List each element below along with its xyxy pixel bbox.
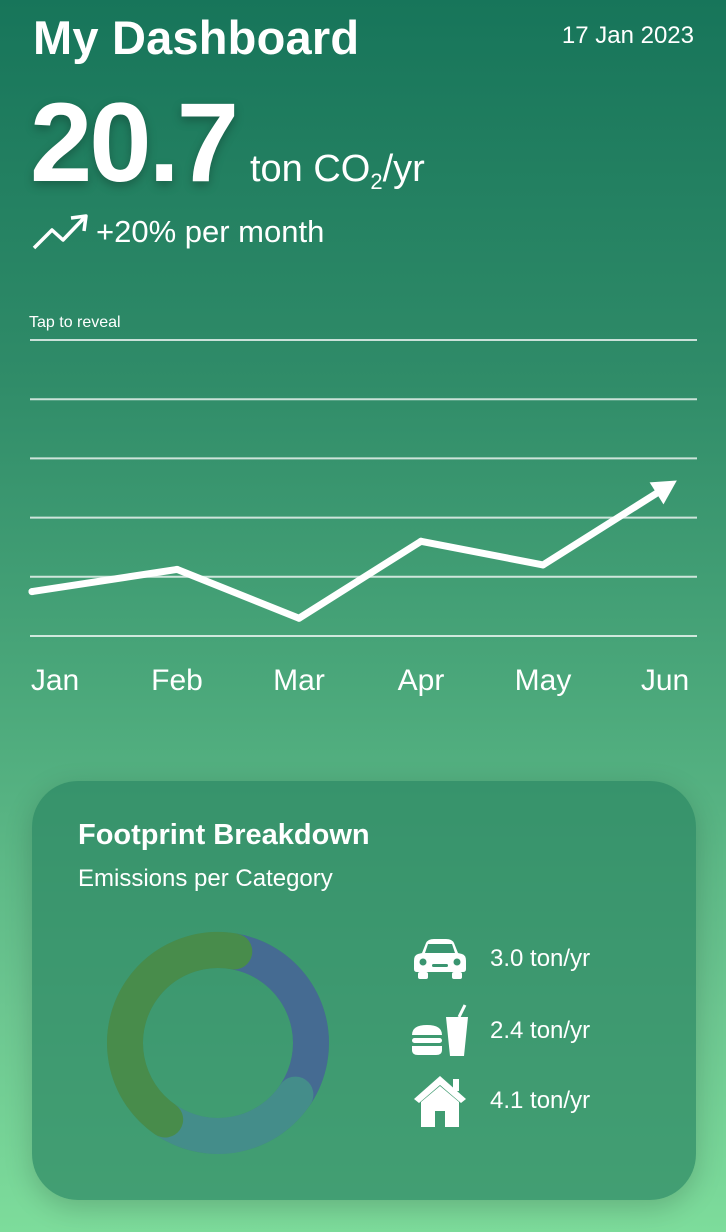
co2-value: 20.7 [30, 80, 239, 205]
chart-grid [30, 339, 697, 637]
x-tick-label: Mar [273, 664, 325, 697]
unit-subscript: 2 [370, 169, 383, 194]
emissions-line-chart[interactable]: Jan Feb Mar Apr May Jun [0, 330, 726, 710]
series-points [28, 484, 669, 622]
footprint-breakdown-card[interactable]: Footprint Breakdown Emissions per Catego… [32, 781, 696, 1200]
unit-prefix: ton CO [249, 148, 371, 190]
x-axis-labels: Jan Feb Mar Apr May Jun [31, 664, 689, 697]
category-donut-chart[interactable] [96, 921, 340, 1165]
x-tick-label: Feb [151, 664, 203, 697]
legend-item-transport: 3.0 ton/yr [410, 929, 590, 989]
car-icon [410, 929, 470, 989]
date-label: 17 Jan 2023 [561, 22, 694, 49]
legend-item-home: 4.1 ton/yr [410, 1071, 590, 1131]
data-point-feb [173, 565, 181, 573]
co2-unit: ton CO2/yr [250, 148, 425, 195]
x-tick-label: Jun [641, 664, 689, 697]
unit-suffix: /yr [382, 148, 425, 190]
data-point-mar [295, 614, 303, 622]
card-title: Footprint Breakdown [78, 819, 370, 851]
food-value: 2.4 ton/yr [490, 1017, 591, 1044]
x-tick-label: May [515, 664, 572, 697]
data-point-apr [417, 537, 425, 545]
home-value: 4.1 ton/yr [490, 1087, 591, 1114]
trend-indicator: +20% per month [32, 212, 324, 252]
emissions-series-line [28, 487, 664, 622]
co2-metric: 20.7 ton CO2/yr [30, 78, 425, 207]
card-subtitle: Emissions per Category [78, 865, 333, 892]
page-title: My Dashboard [33, 11, 360, 64]
x-tick-label: Jan [31, 664, 79, 697]
home-icon [410, 1071, 470, 1131]
data-point-jun [661, 484, 669, 492]
transport-value: 3.0 ton/yr [490, 945, 591, 972]
legend-item-food: 2.4 ton/yr [410, 1001, 590, 1061]
trend-up-icon [32, 214, 88, 250]
data-point-jan [28, 588, 36, 596]
x-tick-label: Apr [398, 664, 445, 697]
data-point-may [539, 561, 547, 569]
trend-text: +20% per month [96, 214, 325, 249]
food-icon [410, 1001, 470, 1061]
